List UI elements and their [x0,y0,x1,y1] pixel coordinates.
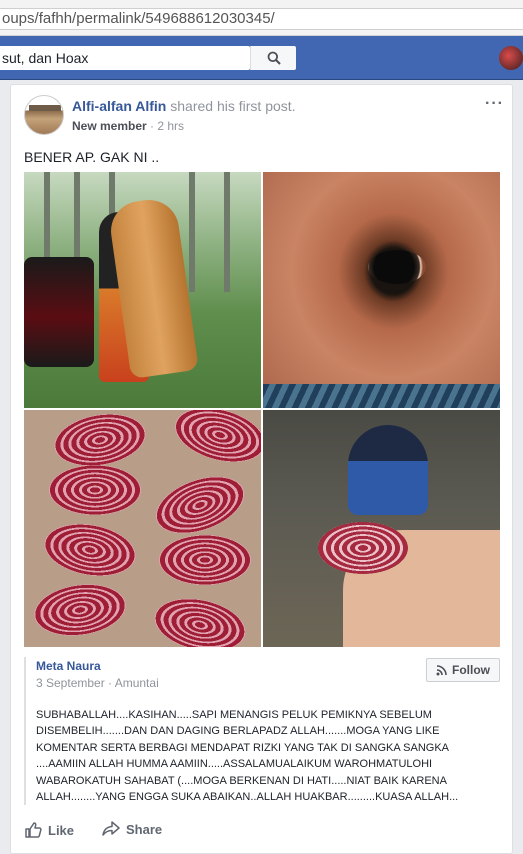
follow-button[interactable]: Follow [426,658,500,682]
like-label: Like [48,822,75,838]
post-action-text: shared his first post. [166,98,296,114]
profile-avatar-icon[interactable] [499,46,523,70]
photo-woman-with-cow[interactable] [24,172,261,408]
photo-cow-eye-tear[interactable] [263,172,500,408]
photo-hand-holding-meat[interactable] [263,410,500,647]
post-header: Alfi-alfan Alfin shared his first post. [72,98,296,114]
browser-address-bar: oups/fafhh/permalink/549688612030345/ [0,0,523,36]
shared-post-meta[interactable]: 3 September · Amuntai [36,676,159,690]
facebook-top-bar: sut, dan Hoax [0,36,523,80]
post-subheader: New member · 2 hrs [72,119,184,133]
post-card: Alfi-alfan Alfin shared his first post. … [10,84,513,854]
rss-follow-icon [436,664,447,675]
author-name-link[interactable]: Alfi-alfan Alfin [72,98,166,114]
share-button[interactable]: Share [102,821,162,837]
search-input[interactable]: sut, dan Hoax [0,46,250,70]
shared-post-text: SUBHABALLAH....KASIHAN.....SAPI MENANGIS… [36,709,459,804]
post-options-icon[interactable]: ··· [485,95,504,113]
shared-author-link[interactable]: Meta Naura [36,659,101,673]
share-label: Share [126,821,163,837]
url-field[interactable]: oups/fafhh/permalink/549688612030345/ [0,8,523,30]
like-button[interactable]: Like [24,821,74,839]
thumbs-up-icon [25,822,42,838]
search-icon [267,51,281,65]
shared-post: Meta Naura 3 September · Amuntai Follow … [24,657,501,805]
share-arrow-icon [102,821,120,836]
photo-meat-slices[interactable] [24,410,261,647]
member-badge[interactable]: New member [72,119,147,133]
post-timestamp[interactable]: · 2 hrs [147,119,184,133]
search-button[interactable] [250,46,296,70]
author-avatar[interactable] [24,95,64,135]
follow-label: Follow [452,663,490,677]
post-text: BENER AP. GAK NI .. [24,149,160,165]
post-actions: Like Share [24,821,501,841]
